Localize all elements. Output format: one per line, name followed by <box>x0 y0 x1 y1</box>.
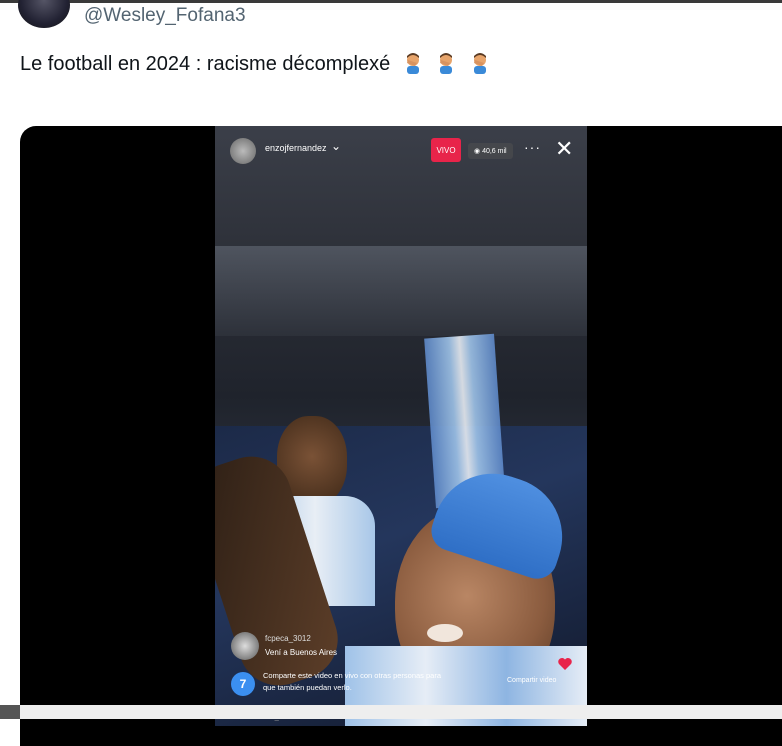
viewer-count: ◉ 40,6 mil <box>468 143 513 159</box>
comment-username: fcpeca_3012 <box>265 634 311 643</box>
eye-icon: ◉ <box>474 148 483 155</box>
bottom-edge <box>0 705 20 719</box>
facepalm-emoji-icon <box>440 53 453 74</box>
video-scene-ceiling <box>215 246 587 336</box>
share-video-button[interactable]: Compartir video <box>507 677 556 684</box>
bottom-strip <box>0 705 782 719</box>
video-scene-mouth <box>427 624 463 642</box>
close-icon[interactable]: ✕ <box>555 136 573 162</box>
more-options-icon[interactable]: ··· <box>524 139 541 155</box>
media-container[interactable]: enzojfernandez ⌄ VIVO ◉ 40,6 mil ··· ✕ f… <box>20 126 782 746</box>
heart-icon[interactable] <box>557 656 573 672</box>
commenter-avatar <box>231 632 259 660</box>
tweet-text: Le football en 2024 : racisme décomplexé <box>20 52 491 76</box>
live-header: enzojfernandez ⌄ VIVO ◉ 40,6 mil ··· ✕ <box>215 126 587 176</box>
live-badge: VIVO <box>431 138 461 162</box>
top-divider <box>0 0 782 3</box>
share-badge-icon: 7 <box>231 672 255 696</box>
streamer-username[interactable]: enzojfernandez <box>265 143 327 153</box>
video-player[interactable]: enzojfernandez ⌄ VIVO ◉ 40,6 mil ··· ✕ f… <box>215 126 587 726</box>
streamer-avatar[interactable] <box>230 138 256 164</box>
chevron-down-icon[interactable]: ⌄ <box>331 139 341 153</box>
viewer-count-value: 40,6 mil <box>482 148 507 155</box>
author-handle[interactable]: @Wesley_Fofana3 <box>84 5 246 27</box>
author-avatar[interactable] <box>18 0 70 28</box>
share-prompt: Comparte este video en vivo con otras pe… <box>263 671 442 692</box>
facepalm-emoji-icon <box>406 53 419 74</box>
facepalm-emoji-icon <box>473 53 486 74</box>
comment-text: Vení a Buenos Aires <box>265 648 338 657</box>
tweet-body: Le football en 2024 : racisme décomplexé <box>20 53 391 75</box>
